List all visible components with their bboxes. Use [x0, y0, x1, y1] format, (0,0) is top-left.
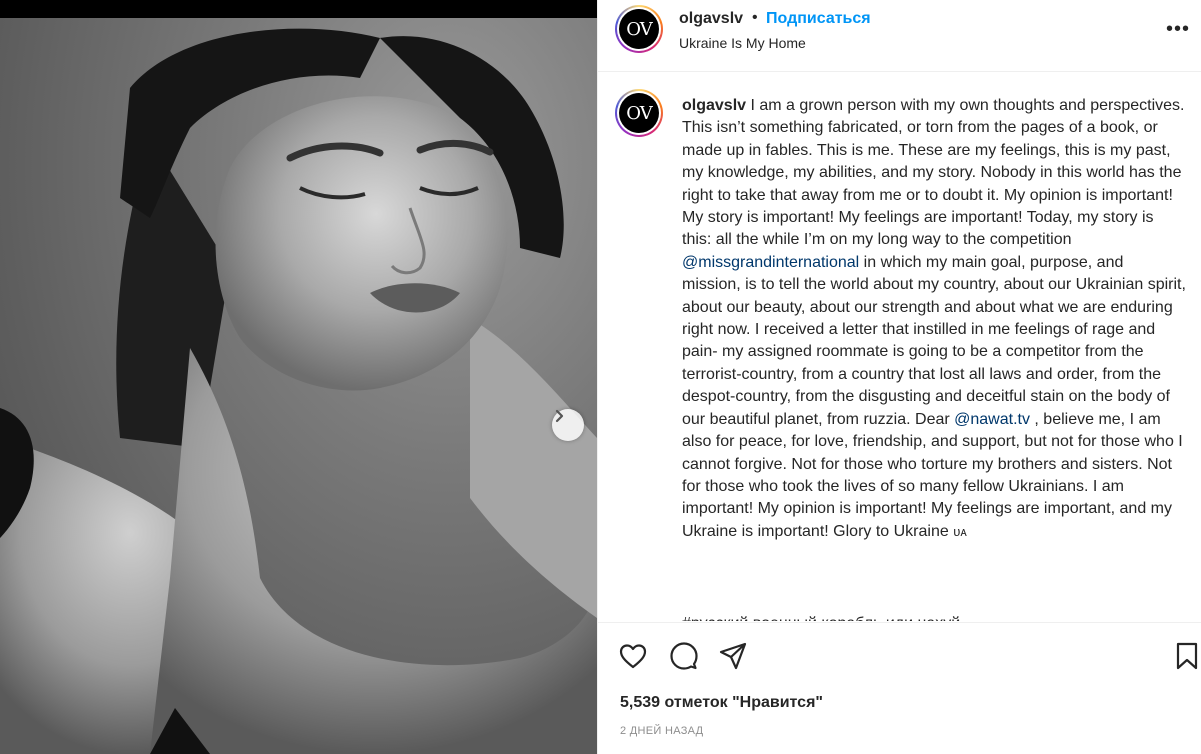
more-options-icon[interactable]: ••• — [1166, 18, 1190, 41]
post-header: OV olgavslv • Подписаться Ukraine Is My … — [598, 0, 1201, 72]
post-caption: olgavslv I am a grown person with my own… — [682, 95, 1186, 543]
caption-text-1: I am a grown person with my own thoughts… — [682, 97, 1185, 249]
avatar[interactable]: OV — [615, 5, 663, 53]
follow-button[interactable]: Подписаться — [766, 10, 871, 28]
mention-nawat-tv[interactable]: @nawat.tv — [954, 411, 1030, 428]
post-location[interactable]: Ukraine Is My Home — [679, 35, 806, 51]
mention-missgrandinternational[interactable]: @missgrandinternational — [682, 254, 859, 271]
next-photo-button[interactable] — [552, 409, 584, 441]
heart-icon[interactable] — [618, 641, 648, 671]
post-sidebar: OV olgavslv • Подписаться Ukraine Is My … — [597, 0, 1201, 754]
caption-text-2: in which my main goal, purpose, and miss… — [682, 253, 1186, 428]
share-icon[interactable] — [718, 641, 748, 671]
action-bar — [598, 622, 1201, 692]
author-username[interactable]: olgavslv — [679, 10, 743, 28]
flag-emoji: ᴜᴀ — [953, 523, 967, 539]
caption-overflow-line: #русский военный корабль иди нахуй — [682, 613, 1186, 621]
photo-illustration — [0, 28, 597, 754]
caption-avatar[interactable]: OV — [615, 89, 663, 137]
separator-dot: • — [752, 9, 758, 26]
caption-avatar-monogram: OV — [619, 93, 659, 133]
likes-count[interactable]: 5,539 отметок "Нравится" — [620, 694, 823, 712]
bookmark-icon[interactable] — [1172, 641, 1201, 671]
post-photo[interactable] — [0, 18, 597, 754]
post-date[interactable]: 2 ДНЕЙ НАЗАД — [620, 725, 703, 737]
caption-section: OV olgavslv I am a grown person with my … — [598, 73, 1201, 621]
caption-username[interactable]: olgavslv — [682, 97, 746, 114]
caption-text-3: , believe me, I am also for peace, for l… — [682, 410, 1183, 540]
comment-icon[interactable] — [669, 641, 699, 671]
chevron-right-icon — [555, 409, 564, 423]
media-top-bar — [0, 0, 597, 18]
post-media — [0, 0, 597, 754]
avatar-monogram: OV — [619, 9, 659, 49]
